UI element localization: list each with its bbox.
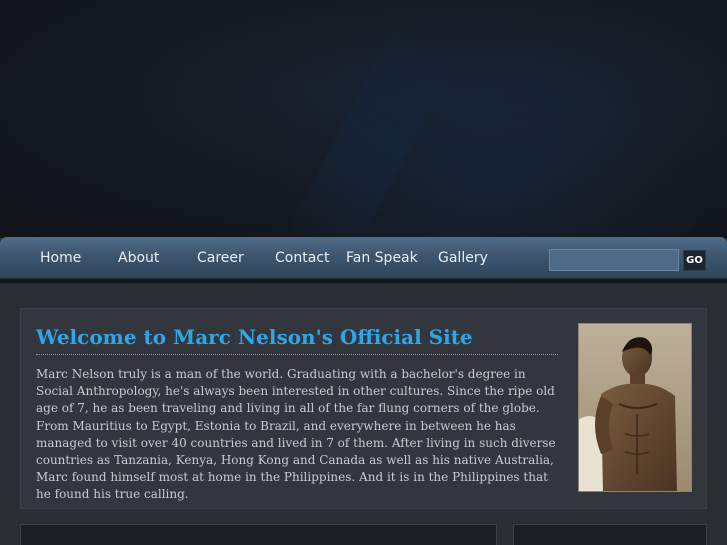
banner-swoosh-graphic	[218, 0, 727, 238]
nav-home[interactable]: Home	[40, 248, 81, 268]
intro-text: Marc Nelson truly is a man of the world.…	[36, 367, 556, 502]
lower-right-panel	[513, 524, 707, 545]
header-banner	[0, 0, 727, 238]
nav-about[interactable]: About	[118, 248, 159, 268]
nav-fan-speak[interactable]: Fan Speak	[346, 248, 418, 268]
nav-gallery[interactable]: Gallery	[438, 248, 488, 268]
nav-career[interactable]: Career	[197, 248, 244, 268]
search-input[interactable]	[549, 249, 679, 271]
welcome-panel: Welcome to Marc Nelson's Official Site M…	[20, 308, 707, 509]
search-go-button[interactable]: GO	[683, 250, 706, 271]
nav-contact[interactable]: Contact	[275, 248, 329, 268]
nav-divider	[0, 279, 727, 283]
main-navigation: Home About Career Contact Fan Speak Gall…	[0, 237, 727, 279]
profile-photo	[578, 323, 692, 492]
page-title: Welcome to Marc Nelson's Official Site	[36, 325, 473, 349]
title-divider	[36, 354, 558, 355]
lower-left-panel	[20, 524, 497, 545]
